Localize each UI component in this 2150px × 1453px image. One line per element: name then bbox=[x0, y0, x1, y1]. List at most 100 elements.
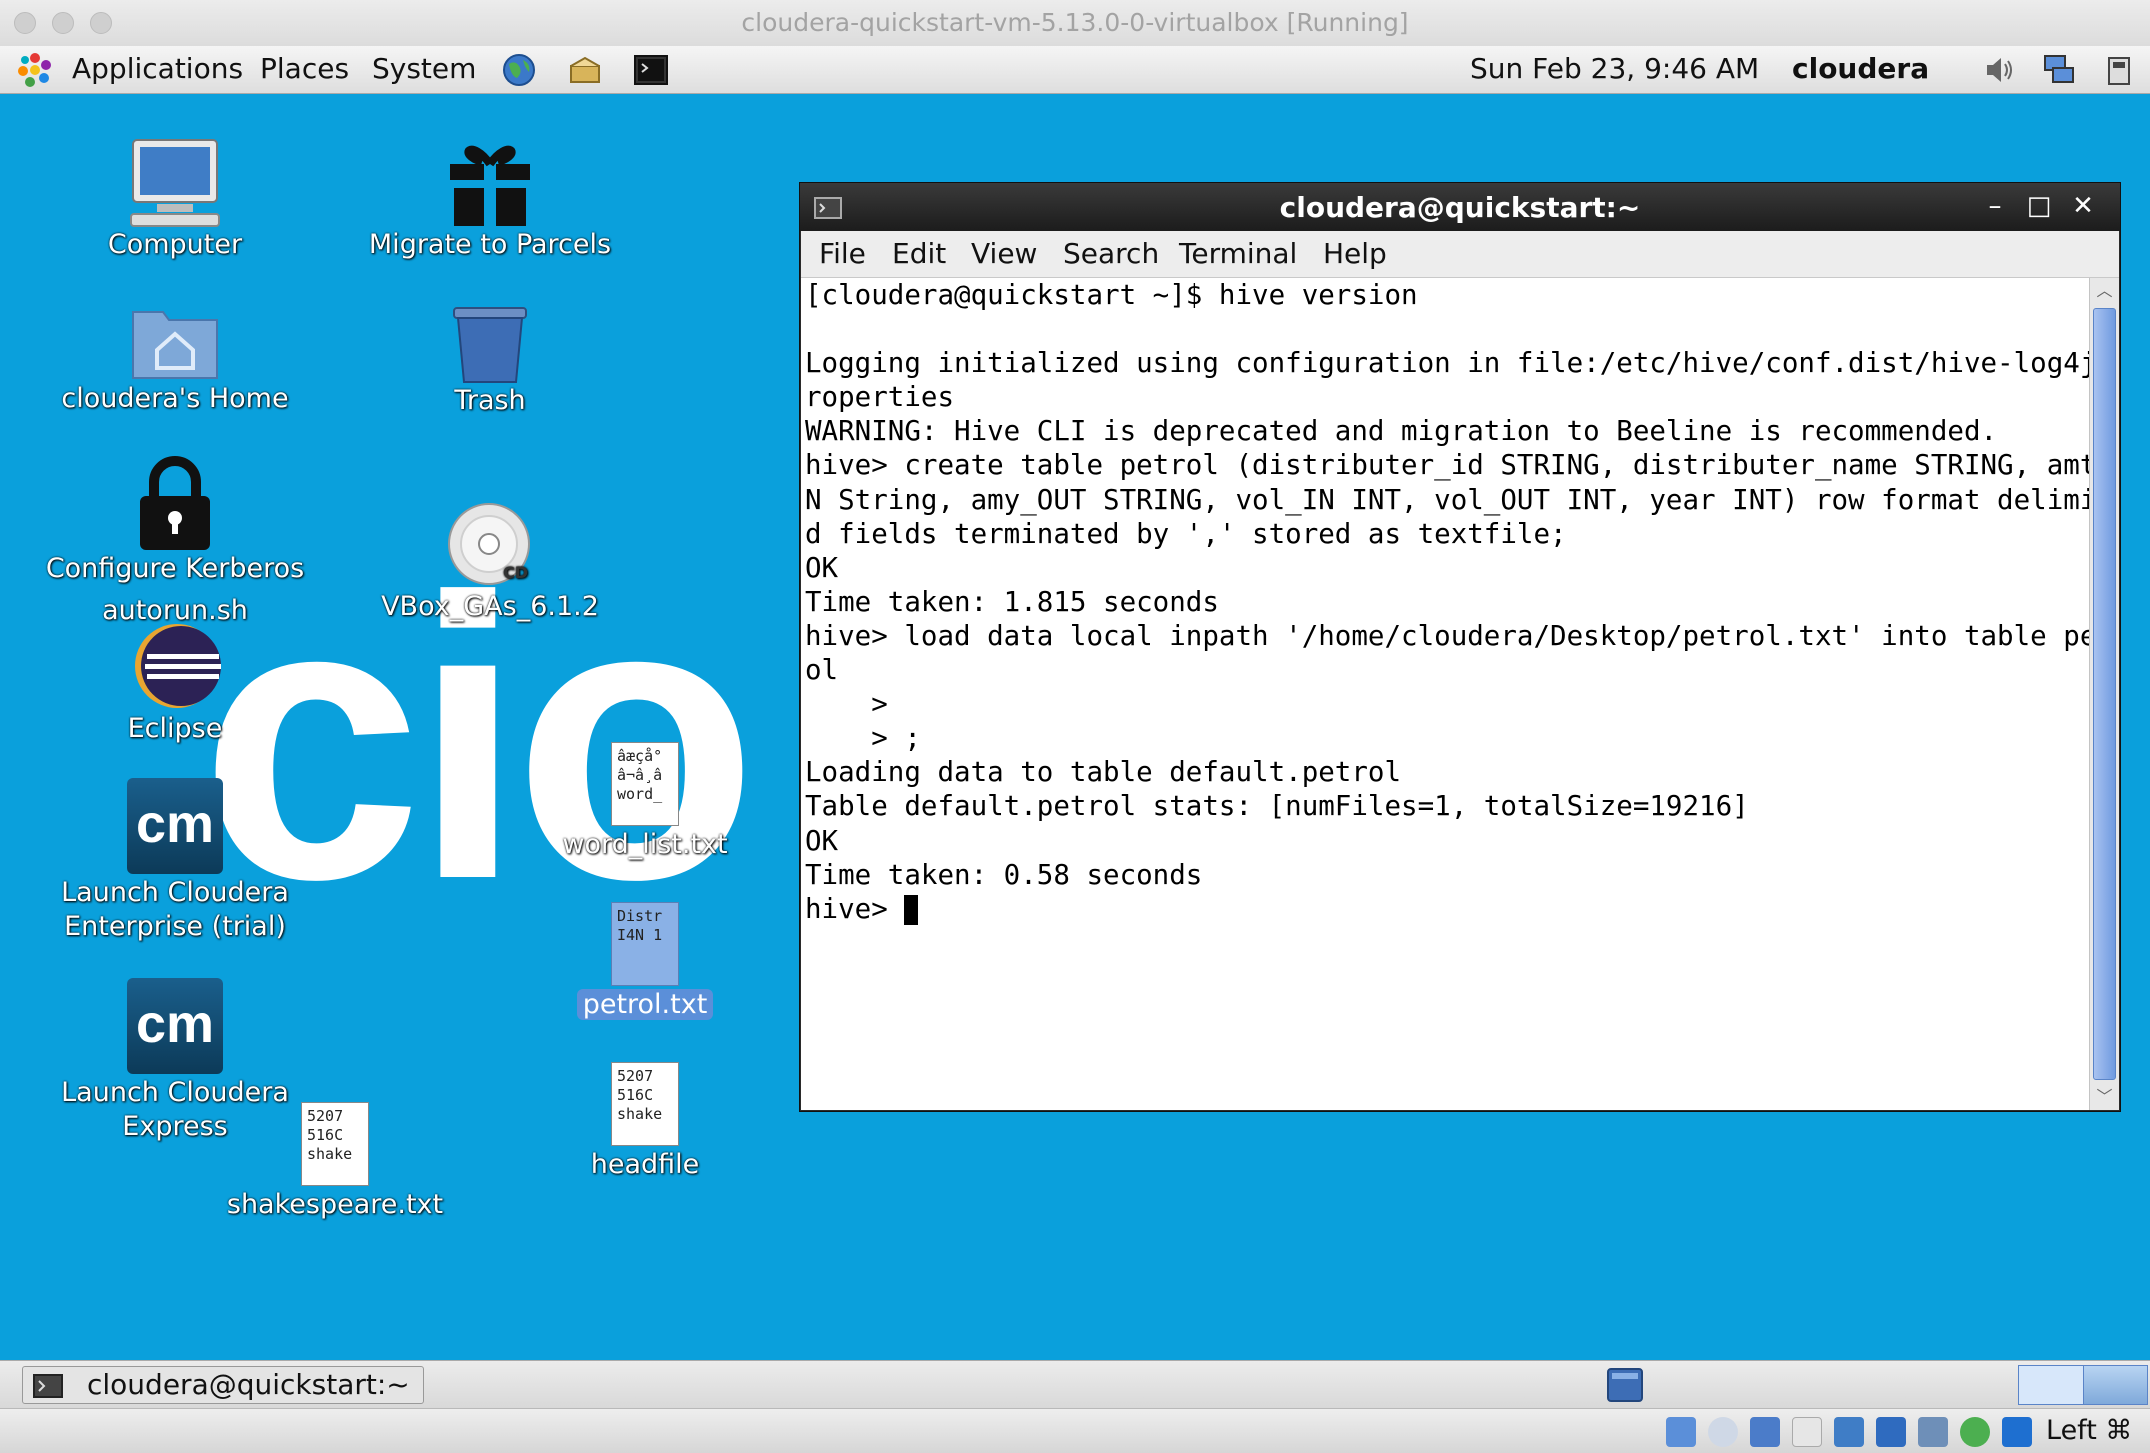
scroll-thumb[interactable] bbox=[2093, 308, 2116, 1080]
host-window-title: cloudera-quickstart-vm-5.13.0-0-virtualb… bbox=[741, 8, 1409, 37]
terminal-menubar: File Edit View Search Terminal Help bbox=[801, 231, 2119, 278]
computer-icon bbox=[130, 139, 220, 227]
terminal-line: OK bbox=[805, 551, 839, 584]
terminal-line: d fields terminated by ',' stored as tex… bbox=[805, 517, 1567, 550]
taskbar-item-label: cloudera@quickstart:~ bbox=[87, 1368, 410, 1401]
desktop-icon-computer[interactable]: Computer bbox=[60, 136, 290, 262]
file-preview-line: Distr bbox=[617, 907, 663, 925]
network-adapter-icon[interactable] bbox=[1792, 1417, 1822, 1447]
desktop-icon-shakespeare[interactable]: 5207 516C shake shakespeare.txt bbox=[215, 1102, 455, 1222]
show-desktop-icon[interactable] bbox=[1606, 1367, 1644, 1403]
terminal-line: hive> load data local inpath '/home/clou… bbox=[805, 619, 2090, 652]
volume-icon[interactable] bbox=[1980, 52, 2018, 88]
terminal-line: Time taken: 1.815 seconds bbox=[805, 585, 1219, 618]
terminal-line: > bbox=[805, 688, 888, 721]
terminal-window[interactable]: cloudera@quickstart:~ – □ ✕ File Edit Vi… bbox=[799, 182, 2121, 1112]
workspace-1[interactable] bbox=[2019, 1366, 2084, 1404]
terminal-prompt-line[interactable]: hive> bbox=[805, 892, 2090, 926]
desktop-icon-label: Enterprise (trial) bbox=[64, 911, 286, 942]
file-preview-line: shake bbox=[617, 1105, 663, 1123]
text-file-icon: Distr I4N 1 bbox=[611, 902, 679, 986]
home-folder-icon bbox=[132, 311, 218, 379]
desktop-icon-vbox-gas[interactable]: CD VBox_GAs_6.1.2 bbox=[370, 500, 610, 624]
web-browser-icon[interactable] bbox=[500, 52, 538, 88]
text-file-icon: 5207 516C shake bbox=[611, 1062, 679, 1146]
terminal-line: > ; bbox=[805, 722, 921, 755]
desktop-icon-label: Migrate to Parcels bbox=[368, 229, 612, 260]
desktop-icon-trash[interactable]: Trash bbox=[380, 304, 600, 418]
desktop-icon-label: Trash bbox=[454, 385, 526, 416]
workspace-switcher[interactable] bbox=[2018, 1365, 2148, 1405]
host-key-indicator[interactable]: Left ⌘ bbox=[2046, 1415, 2132, 1446]
terminal-line: Loading data to table default.petrol bbox=[805, 756, 1402, 789]
terminal-line: roperties bbox=[805, 381, 955, 414]
terminal-icon bbox=[33, 1374, 63, 1398]
desktop-icon-label: shakespeare.txt bbox=[226, 1189, 444, 1220]
desktop-icon-home[interactable]: cloudera's Home bbox=[60, 302, 290, 416]
file-preview-line: word_ bbox=[617, 785, 663, 803]
menu-help[interactable]: Help bbox=[1323, 237, 1387, 270]
mail-client-icon[interactable] bbox=[566, 52, 604, 88]
panel-user-name[interactable]: cloudera bbox=[1792, 52, 1929, 85]
menu-search[interactable]: Search bbox=[1063, 237, 1159, 270]
mouse-integration-icon[interactable] bbox=[2002, 1417, 2032, 1447]
desktop-icon-label: Eclipse bbox=[127, 713, 223, 744]
gnome-foot-icon[interactable] bbox=[16, 52, 54, 88]
top-panel: Applications Places System Sun Feb 23, 9… bbox=[0, 46, 2150, 94]
hard-disk-icon[interactable] bbox=[1666, 1417, 1696, 1447]
file-preview-line: â¬â¸â bbox=[617, 766, 663, 784]
terminal-line: Logging initialized using configuration … bbox=[805, 347, 2090, 380]
menu-terminal[interactable]: Terminal bbox=[1179, 237, 1297, 270]
desktop-icon-petrol[interactable]: Distr I4N 1 petrol.txt bbox=[545, 902, 745, 1022]
minimize-button[interactable]: – bbox=[1980, 191, 2010, 221]
menu-places[interactable]: Places bbox=[260, 52, 349, 85]
eclipse-icon bbox=[135, 624, 221, 708]
cd-badge: CD bbox=[503, 563, 528, 582]
terminal-titlebar[interactable]: cloudera@quickstart:~ – □ ✕ bbox=[800, 183, 2120, 231]
usb-icon[interactable] bbox=[1834, 1417, 1864, 1447]
close-button[interactable]: ✕ bbox=[2068, 191, 2098, 221]
terminal-line: ol bbox=[805, 654, 839, 687]
power-icon[interactable] bbox=[2100, 52, 2138, 88]
terminal-line: OK bbox=[805, 824, 839, 857]
network-icon[interactable] bbox=[2040, 52, 2078, 88]
desktop-icon-headfile[interactable]: 5207 516C shake headfile bbox=[545, 1062, 745, 1182]
scroll-up-arrow-icon[interactable]: ︿ bbox=[2090, 278, 2119, 304]
cd-disc-icon: CD bbox=[448, 503, 530, 585]
file-preview-line: shake bbox=[307, 1145, 353, 1163]
cloudera-manager-icon: cm bbox=[127, 778, 223, 874]
desktop-icon-word-list[interactable]: âæçå° â¬â¸â word_ word_list.txt bbox=[545, 742, 745, 862]
optical-drive-icon[interactable] bbox=[1708, 1417, 1738, 1447]
terminal-line: hive> create table petrol (distributer_i… bbox=[805, 449, 2090, 482]
trash-icon bbox=[453, 307, 527, 383]
desktop-icon-configure-kerberos[interactable]: Configure Kerberos bbox=[40, 456, 310, 586]
panel-clock[interactable]: Sun Feb 23, 9:46 AM bbox=[1470, 52, 1759, 85]
text-file-icon: âæçå° â¬â¸â word_ bbox=[611, 742, 679, 826]
menu-applications[interactable]: Applications bbox=[72, 52, 243, 85]
file-preview-line: âæçå° bbox=[617, 747, 663, 765]
terminal-scrollbar[interactable]: ︿ ﹀ bbox=[2089, 278, 2119, 1110]
file-preview-line: 516C bbox=[307, 1126, 344, 1144]
virtualbox-statusbar: Left ⌘ bbox=[0, 1408, 2150, 1453]
terminal-output[interactable]: [cloudera@quickstart ~]$ hive version Lo… bbox=[801, 278, 2090, 1110]
terminal-title: cloudera@quickstart:~ bbox=[1279, 191, 1641, 224]
menu-view[interactable]: View bbox=[971, 237, 1037, 270]
file-preview-line: 5207 bbox=[307, 1107, 344, 1125]
desktop-icon-label: word_list.txt bbox=[562, 829, 728, 860]
display-icon[interactable] bbox=[1918, 1417, 1948, 1447]
host-window-titlebar: cloudera-quickstart-vm-5.13.0-0-virtualb… bbox=[0, 0, 2150, 47]
menu-system[interactable]: System bbox=[372, 52, 476, 85]
desktop-icon-launch-cloudera-enterprise[interactable]: cm Launch Cloudera Enterprise (trial) bbox=[40, 778, 310, 944]
maximize-button[interactable]: □ bbox=[2024, 191, 2054, 221]
terminal-launcher-icon[interactable] bbox=[632, 52, 670, 88]
desktop-icon-migrate-to-parcels[interactable]: Migrate to Parcels bbox=[350, 136, 630, 262]
menu-edit[interactable]: Edit bbox=[892, 237, 946, 270]
shared-folders-icon[interactable] bbox=[1876, 1417, 1906, 1447]
taskbar-terminal-item[interactable]: cloudera@quickstart:~ bbox=[22, 1366, 424, 1404]
video-capture-icon[interactable] bbox=[1960, 1417, 1990, 1447]
gift-box-icon bbox=[450, 145, 530, 226]
menu-file[interactable]: File bbox=[819, 237, 866, 270]
audio-icon[interactable] bbox=[1750, 1417, 1780, 1447]
scroll-down-arrow-icon[interactable]: ﹀ bbox=[2090, 1084, 2119, 1110]
desktop-icon-eclipse[interactable]: Eclipse bbox=[60, 622, 290, 746]
